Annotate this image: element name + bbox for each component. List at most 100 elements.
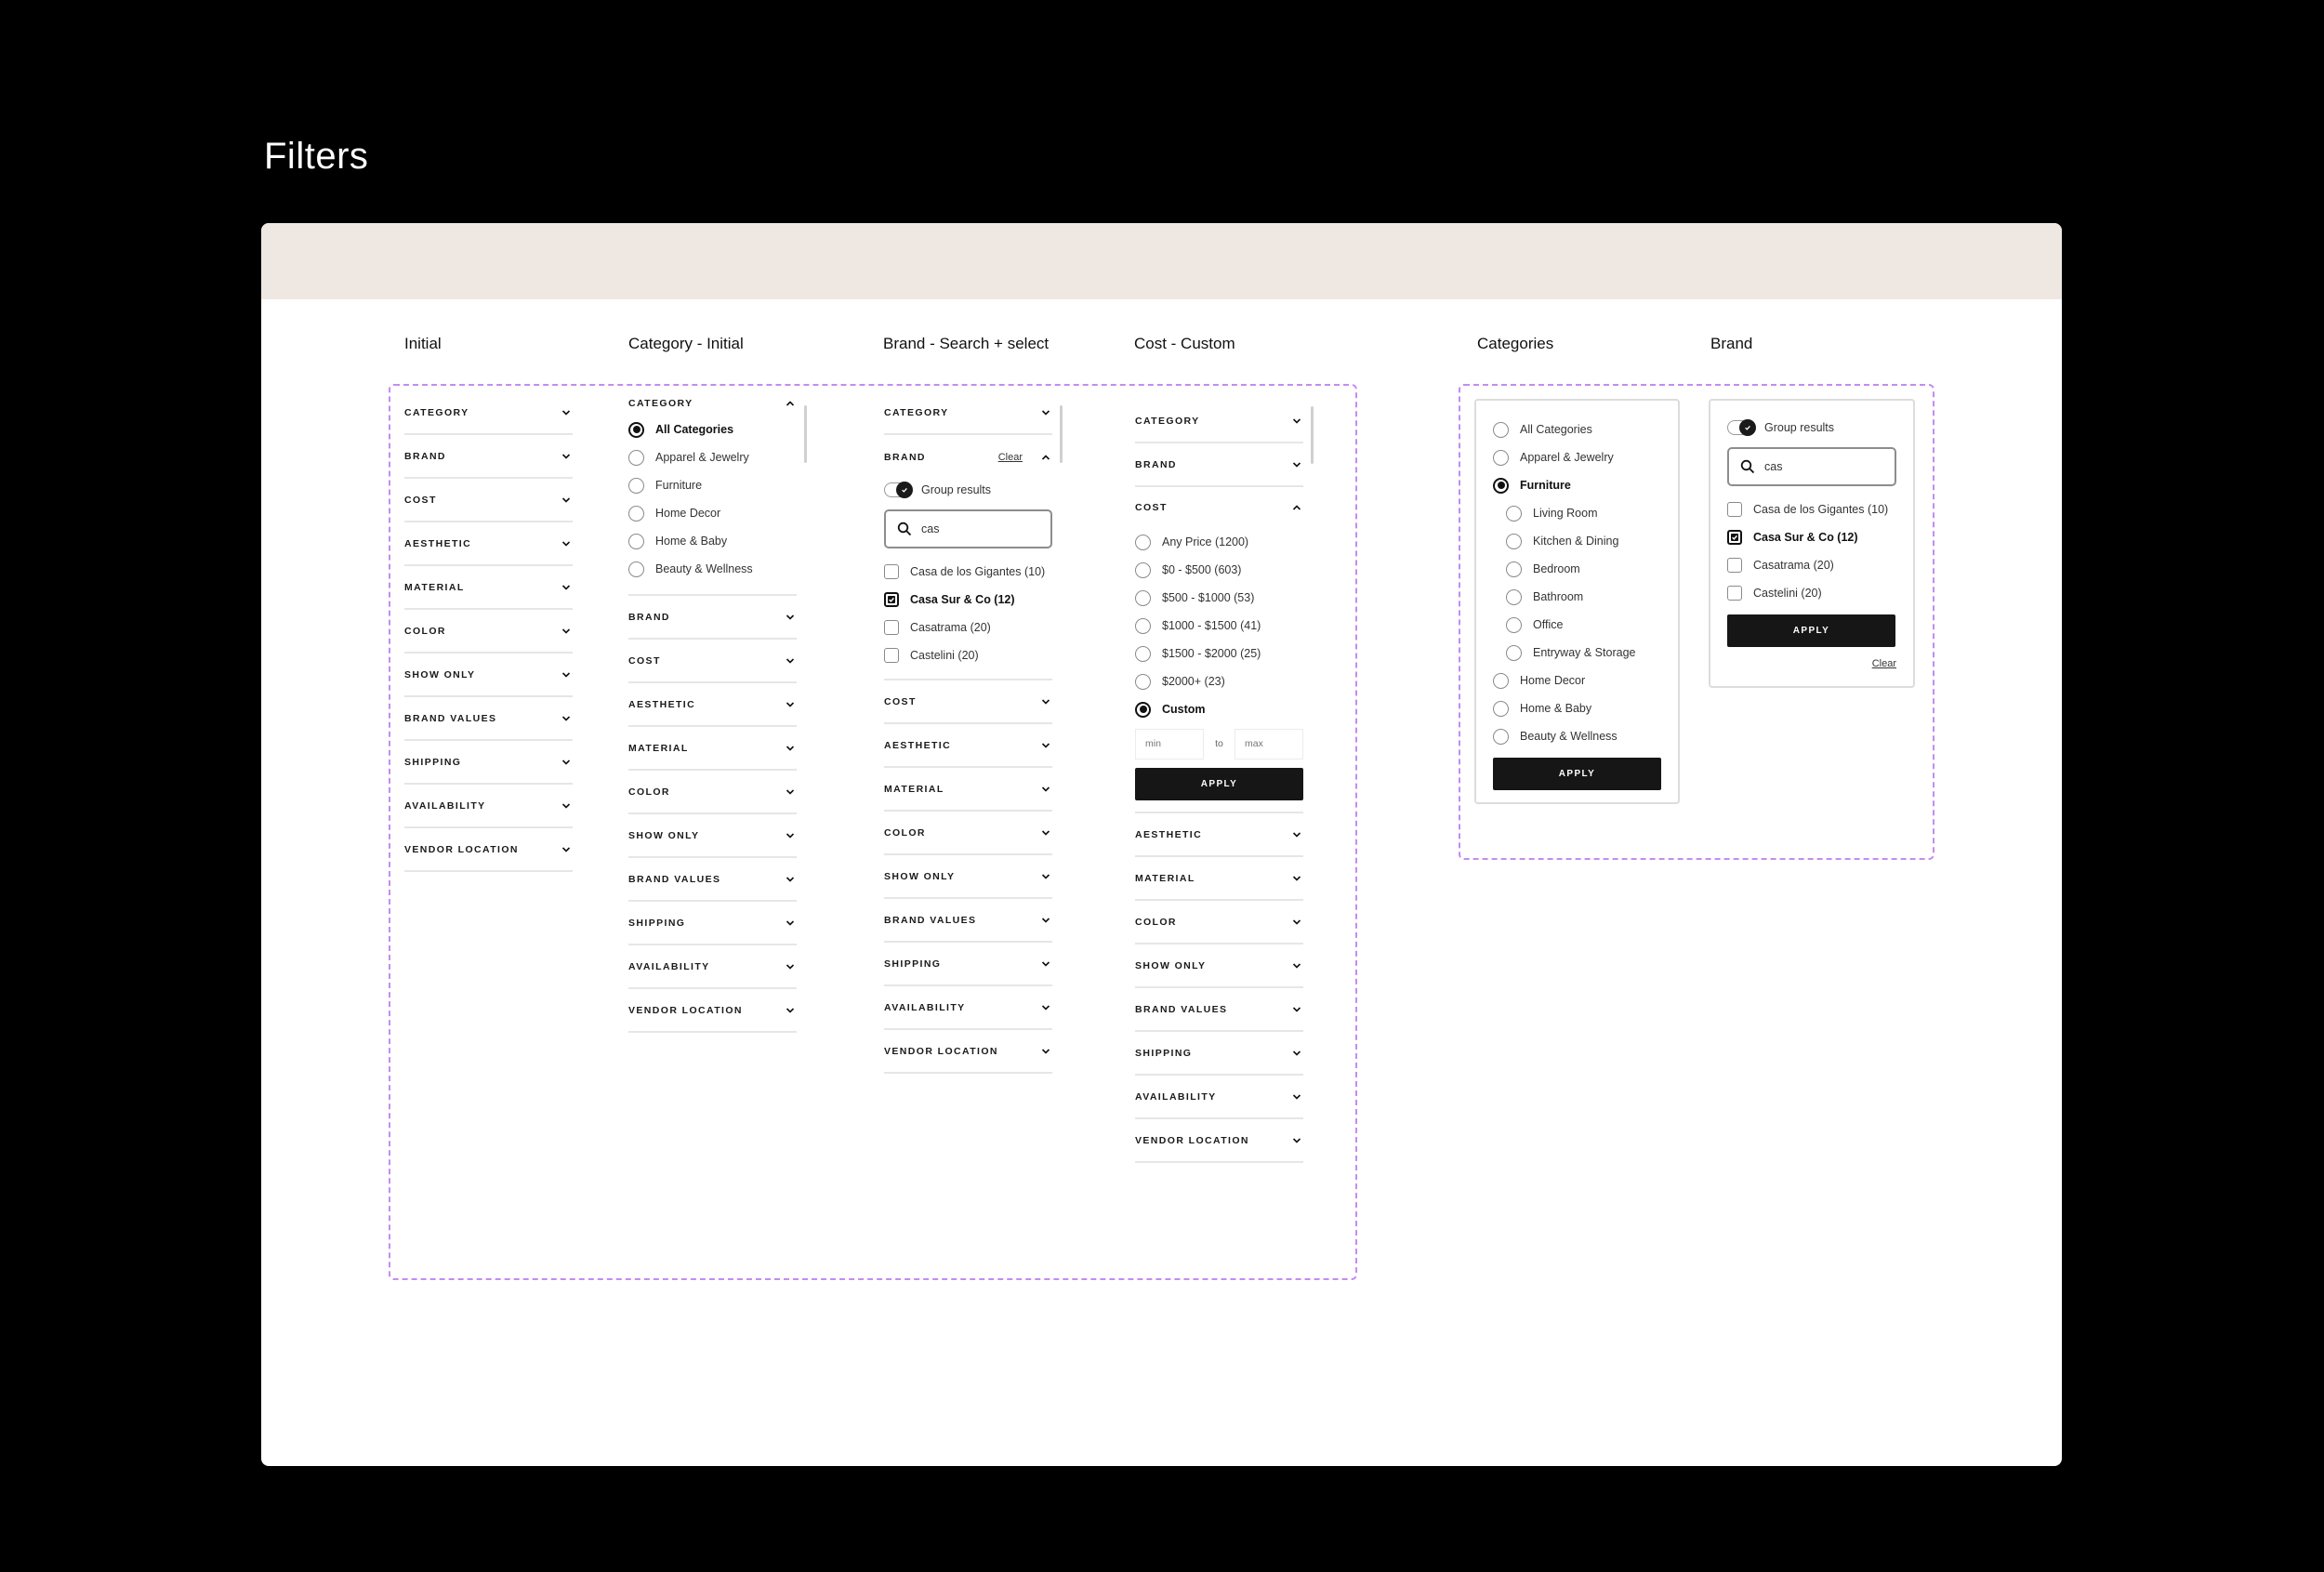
- min-price-input[interactable]: [1135, 728, 1204, 760]
- chevron-down-icon[interactable]: [560, 537, 573, 550]
- filter-accordion-show-only[interactable]: SHOW ONLY: [404, 654, 573, 697]
- filter-accordion-category[interactable]: CATEGORY: [884, 391, 1052, 435]
- filter-accordion-show-only[interactable]: SHOW ONLY: [628, 814, 797, 858]
- checkbox[interactable]: [884, 592, 899, 607]
- filter-accordion-vendor-location[interactable]: VENDOR LOCATION: [884, 1030, 1052, 1074]
- filter-accordion-color[interactable]: COLOR: [1135, 901, 1303, 945]
- chevron-down-icon[interactable]: [1039, 695, 1052, 708]
- radio-button[interactable]: [628, 421, 644, 438]
- radio-button[interactable]: [1493, 477, 1509, 494]
- radio-option-entryway-storage[interactable]: Entryway & Storage: [1493, 639, 1661, 667]
- chevron-down-icon[interactable]: [784, 786, 797, 799]
- checkbox-option-casatrama-20[interactable]: Casatrama (20): [1727, 551, 1896, 579]
- chevron-down-icon[interactable]: [1290, 959, 1303, 972]
- chevron-down-icon[interactable]: [1039, 739, 1052, 752]
- checkbox-option-casatrama-20[interactable]: Casatrama (20): [884, 614, 1052, 641]
- filter-accordion-aesthetic[interactable]: AESTHETIC: [884, 724, 1052, 768]
- checkbox[interactable]: [884, 620, 899, 635]
- chevron-down-icon[interactable]: [1039, 783, 1052, 796]
- chevron-down-icon[interactable]: [560, 581, 573, 594]
- chevron-up-icon[interactable]: [1039, 451, 1052, 464]
- brand-search-field[interactable]: [1727, 447, 1896, 486]
- chevron-down-icon[interactable]: [560, 668, 573, 681]
- filter-accordion-category[interactable]: CATEGORY: [628, 391, 797, 416]
- chevron-down-icon[interactable]: [560, 799, 573, 812]
- radio-button[interactable]: [628, 561, 644, 577]
- brand-apply-button[interactable]: APPLY: [1727, 614, 1895, 647]
- radio-button[interactable]: [1135, 701, 1151, 718]
- checkbox-option-casa-de-los-gigantes-10[interactable]: Casa de los Gigantes (10): [1727, 495, 1896, 523]
- radio-option-1000-1500-41[interactable]: $1000 - $1500 (41): [1135, 612, 1303, 640]
- chevron-down-icon[interactable]: [1290, 415, 1303, 428]
- chevron-down-icon[interactable]: [784, 873, 797, 886]
- radio-option-0-500-603[interactable]: $0 - $500 (603): [1135, 556, 1303, 584]
- chevron-down-icon[interactable]: [560, 843, 573, 856]
- chevron-down-icon[interactable]: [1290, 916, 1303, 929]
- radio-button[interactable]: [1493, 728, 1509, 745]
- chevron-down-icon[interactable]: [1039, 914, 1052, 927]
- scrollbar[interactable]: [804, 405, 807, 463]
- filter-accordion-cost[interactable]: COST: [628, 640, 797, 683]
- filter-accordion-vendor-location[interactable]: VENDOR LOCATION: [628, 989, 797, 1033]
- chevron-down-icon[interactable]: [784, 1004, 797, 1017]
- checkbox[interactable]: [1727, 502, 1742, 517]
- radio-button[interactable]: [628, 477, 644, 494]
- max-price-input[interactable]: [1235, 728, 1303, 760]
- checkbox-option-castelini-20[interactable]: Castelini (20): [884, 641, 1052, 669]
- checkbox[interactable]: [1727, 530, 1742, 545]
- chevron-down-icon[interactable]: [1290, 872, 1303, 885]
- checkbox[interactable]: [884, 648, 899, 663]
- filter-accordion-brand[interactable]: BRAND: [628, 596, 797, 640]
- chevron-up-icon[interactable]: [784, 397, 797, 410]
- radio-button[interactable]: [1135, 645, 1151, 662]
- radio-button[interactable]: [1493, 672, 1509, 689]
- chevron-down-icon[interactable]: [560, 406, 573, 419]
- chevron-down-icon[interactable]: [784, 654, 797, 667]
- filter-accordion-cost[interactable]: COST: [404, 479, 573, 522]
- radio-button[interactable]: [628, 449, 644, 466]
- filter-accordion-show-only[interactable]: SHOW ONLY: [884, 855, 1052, 899]
- chevron-down-icon[interactable]: [1039, 870, 1052, 883]
- radio-option-custom[interactable]: Custom: [1135, 695, 1303, 723]
- chevron-down-icon[interactable]: [784, 917, 797, 930]
- filter-accordion-brand-values[interactable]: BRAND VALUES: [1135, 988, 1303, 1032]
- radio-option-home-decor[interactable]: Home Decor: [628, 499, 797, 527]
- chevron-down-icon[interactable]: [560, 450, 573, 463]
- chevron-down-icon[interactable]: [560, 625, 573, 638]
- filter-accordion-material[interactable]: MATERIAL: [628, 727, 797, 771]
- radio-option-1500-2000-25[interactable]: $1500 - $2000 (25): [1135, 640, 1303, 667]
- radio-option-home-baby[interactable]: Home & Baby: [628, 527, 797, 555]
- radio-option-any-price-1200[interactable]: Any Price (1200): [1135, 528, 1303, 556]
- chevron-down-icon[interactable]: [1290, 1003, 1303, 1016]
- chevron-down-icon[interactable]: [1039, 1001, 1052, 1014]
- filter-accordion-shipping[interactable]: SHIPPING: [628, 902, 797, 945]
- group-results-toggle[interactable]: [1727, 418, 1756, 436]
- radio-button[interactable]: [1135, 534, 1151, 550]
- chevron-down-icon[interactable]: [784, 698, 797, 711]
- radio-option-beauty-wellness[interactable]: Beauty & Wellness: [628, 555, 797, 583]
- filter-accordion-shipping[interactable]: SHIPPING: [884, 943, 1052, 986]
- chevron-down-icon[interactable]: [1290, 1134, 1303, 1147]
- radio-button[interactable]: [1506, 561, 1522, 577]
- filter-accordion-material[interactable]: MATERIAL: [1135, 857, 1303, 901]
- radio-button[interactable]: [1506, 588, 1522, 605]
- filter-accordion-category[interactable]: CATEGORY: [1135, 400, 1303, 443]
- chevron-down-icon[interactable]: [560, 712, 573, 725]
- brand-clear-link[interactable]: Clear: [1727, 658, 1896, 669]
- chevron-down-icon[interactable]: [1039, 406, 1052, 419]
- radio-option-bedroom[interactable]: Bedroom: [1493, 555, 1661, 583]
- chevron-down-icon[interactable]: [1039, 1045, 1052, 1058]
- radio-option-office[interactable]: Office: [1493, 611, 1661, 639]
- checkbox-option-casa-de-los-gigantes-10[interactable]: Casa de los Gigantes (10): [884, 558, 1052, 586]
- radio-option-apparel-jewelry[interactable]: Apparel & Jewelry: [628, 443, 797, 471]
- filter-accordion-category[interactable]: CATEGORY: [404, 391, 573, 435]
- filter-accordion-material[interactable]: MATERIAL: [884, 768, 1052, 812]
- radio-option-home-decor[interactable]: Home Decor: [1493, 667, 1661, 694]
- group-results-toggle-row[interactable]: Group results: [1727, 412, 1896, 443]
- radio-button[interactable]: [1135, 617, 1151, 634]
- filter-accordion-availability[interactable]: AVAILABILITY: [404, 785, 573, 828]
- scrollbar[interactable]: [1311, 406, 1314, 464]
- filter-accordion-show-only[interactable]: SHOW ONLY: [1135, 945, 1303, 988]
- radio-button[interactable]: [1506, 616, 1522, 633]
- checkbox[interactable]: [1727, 558, 1742, 573]
